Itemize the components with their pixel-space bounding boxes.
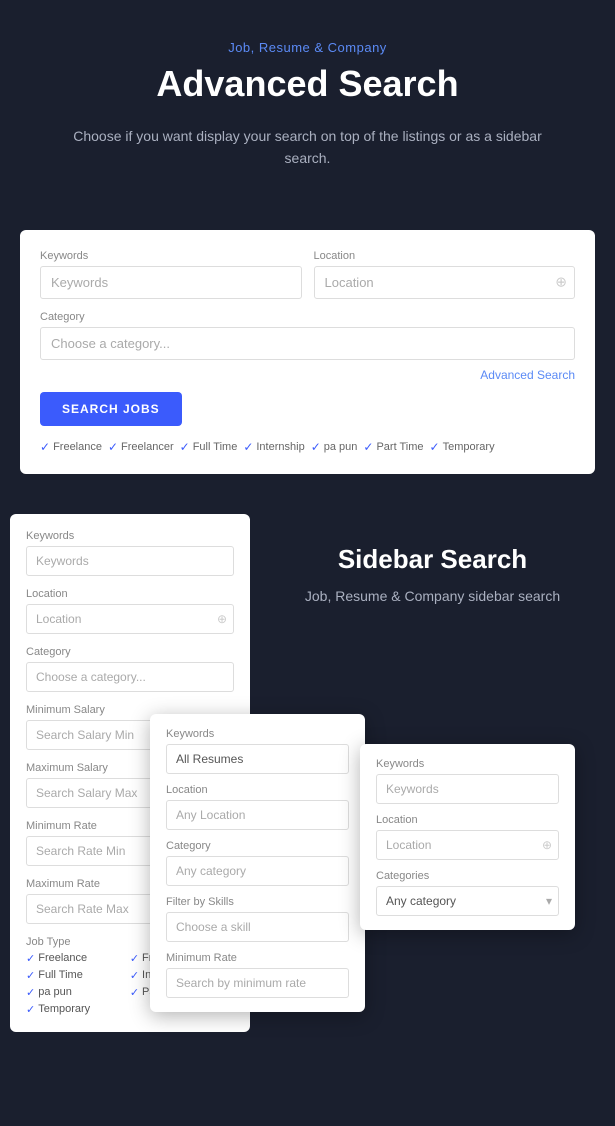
fj-categories-label: Categories (376, 870, 559, 882)
keywords-field: Keywords (40, 250, 302, 299)
tag-temporary: ✓ Temporary (430, 440, 495, 454)
check-icon: ✓ (40, 440, 50, 454)
hero-subtitle: Job, Resume & Company (20, 40, 595, 55)
check-icon: ✓ (26, 1003, 35, 1016)
fr-skills-label: Filter by Skills (166, 896, 349, 908)
check-icon: ✓ (363, 440, 373, 454)
tag-internship: ✓ Internship (243, 440, 304, 454)
check-icon: ✓ (130, 969, 139, 982)
fr-minrate-input[interactable] (166, 968, 349, 998)
floating-resume-card: Keywords Location Category Filter by Ski… (150, 714, 365, 1012)
tag-freelance: ✓ Freelance (40, 440, 102, 454)
fr-keywords-input[interactable] (166, 744, 349, 774)
sc-keywords-label: Keywords (26, 530, 234, 542)
tag-parttime: ✓ Part Time (363, 440, 423, 454)
location-icon: ⊕ (542, 838, 552, 852)
fj-keywords-label: Keywords (376, 758, 559, 770)
keywords-input[interactable] (40, 266, 302, 299)
category-field: Category (40, 311, 575, 360)
location-input[interactable] (314, 266, 576, 299)
sidebar-section: Keywords Location ⊕ Category Minimum Sal… (0, 514, 615, 1092)
check-icon: ✓ (430, 440, 440, 454)
hero-description: Choose if you want display your search o… (58, 125, 558, 170)
fr-category-input[interactable] (166, 856, 349, 886)
tag-list: ✓ Freelance ✓ Freelancer ✓ Full Time ✓ I… (40, 440, 575, 454)
fj-location-input[interactable] (376, 830, 559, 860)
check-icon: ✓ (130, 952, 139, 965)
fr-location-input[interactable] (166, 800, 349, 830)
hero-section: Job, Resume & Company Advanced Search Ch… (0, 0, 615, 200)
floating-job-card: Keywords Location ⊕ Categories Any categ… (360, 744, 575, 930)
advanced-search-card: Keywords Location ⊕ Category Advanced Se… (20, 230, 595, 474)
jt-freelance: ✓Freelance (26, 952, 126, 965)
category-input[interactable] (40, 327, 575, 360)
fj-keywords-input[interactable] (376, 774, 559, 804)
check-icon: ✓ (130, 986, 139, 999)
jt-fulltime: ✓Full Time (26, 969, 126, 982)
tag-freelancer: ✓ Freelancer (108, 440, 174, 454)
sc-category-input[interactable] (26, 662, 234, 692)
hero-title: Advanced Search (20, 63, 595, 105)
fr-keywords-label: Keywords (166, 728, 349, 740)
fr-category-label: Category (166, 840, 349, 852)
location-field: Location ⊕ (314, 250, 576, 299)
sc-keywords-input[interactable] (26, 546, 234, 576)
check-icon: ✓ (26, 952, 35, 965)
fj-location-label: Location (376, 814, 559, 826)
sidebar-section-title: Sidebar Search (280, 544, 585, 575)
sc-location-label: Location (26, 588, 234, 600)
check-icon: ✓ (26, 969, 35, 982)
fr-location-label: Location (166, 784, 349, 796)
keywords-label: Keywords (40, 250, 302, 262)
fr-skills-input[interactable] (166, 912, 349, 942)
check-icon: ✓ (180, 440, 190, 454)
jt-temporary: ✓Temporary (26, 1003, 126, 1016)
sc-category-label: Category (26, 646, 234, 658)
location-icon: ⊕ (555, 274, 567, 291)
location-label: Location (314, 250, 576, 262)
check-icon: ✓ (108, 440, 118, 454)
category-label: Category (40, 311, 575, 323)
tag-fulltime: ✓ Full Time (180, 440, 238, 454)
fr-minrate-label: Minimum Rate (166, 952, 349, 964)
advanced-search-link[interactable]: Advanced Search (40, 368, 575, 382)
sc-location-input[interactable] (26, 604, 234, 634)
sidebar-section-description: Job, Resume & Company sidebar search (280, 585, 585, 607)
check-icon: ✓ (26, 986, 35, 999)
jt-papun: ✓pa pun (26, 986, 126, 999)
fj-categories-select[interactable]: Any category (376, 886, 559, 916)
tag-papun: ✓ pa pun (311, 440, 358, 454)
location-icon: ⊕ (217, 612, 227, 626)
check-icon: ✓ (243, 440, 253, 454)
search-jobs-button[interactable]: SEARCH JOBS (40, 392, 182, 426)
check-icon: ✓ (311, 440, 321, 454)
